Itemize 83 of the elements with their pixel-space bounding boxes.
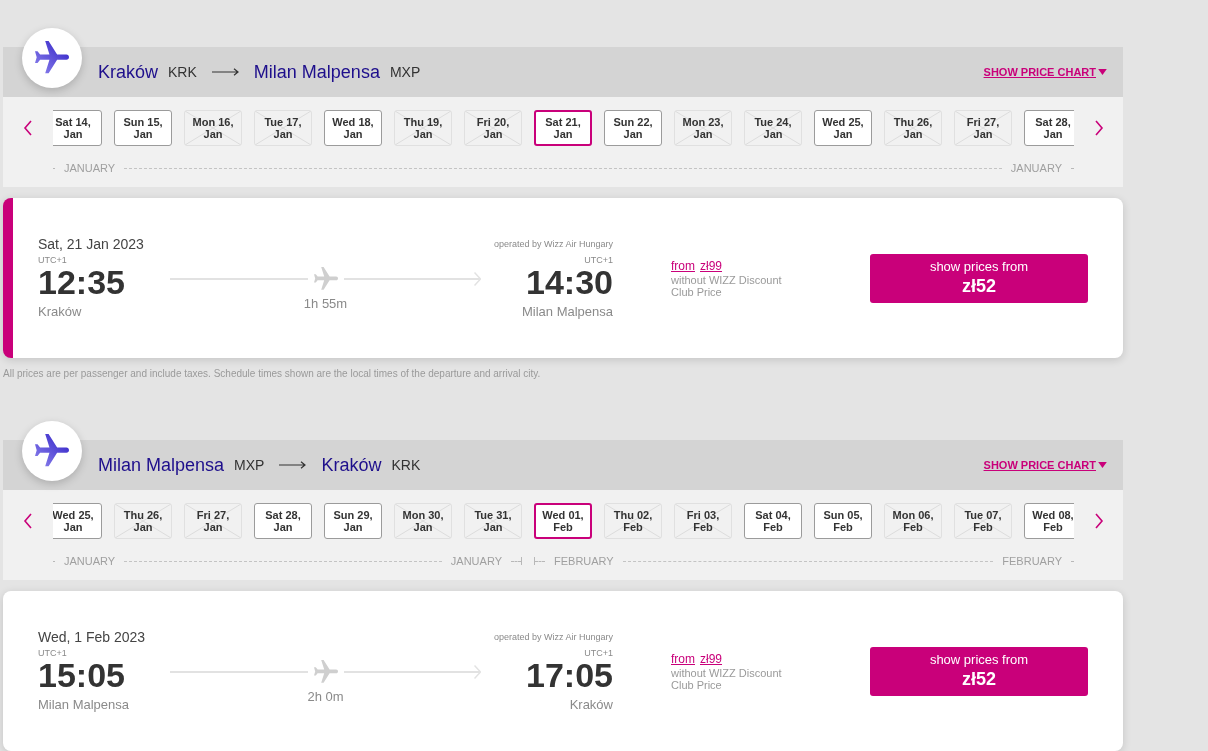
origin-city: Kraków xyxy=(98,60,159,84)
date-tile[interactable]: Mon 23, Jan xyxy=(674,110,732,146)
arrow-right-icon xyxy=(279,461,307,469)
month-label: FEBRUARY xyxy=(554,555,614,567)
destination-city: Kraków xyxy=(321,453,382,477)
date-tile[interactable]: Fri 27, Jan xyxy=(184,503,242,539)
flight-duration: 2h 0m xyxy=(307,689,344,705)
show-price-chart-link[interactable]: SHOW PRICE CHART xyxy=(983,456,1107,474)
date-tile[interactable]: Sun 22, Jan xyxy=(604,110,662,146)
date-tile[interactable]: Wed 25, Jan xyxy=(814,110,872,146)
date-tile[interactable]: Thu 02, Feb xyxy=(604,503,662,539)
date-tile[interactable]: Thu 19, Jan xyxy=(394,110,452,146)
airport-code: KRK xyxy=(168,62,197,82)
airplane-icon xyxy=(313,267,338,291)
date-tile[interactable]: Tue 17, Jan xyxy=(254,110,312,146)
month-label: JANUARY xyxy=(64,162,116,174)
airport-code: KRK xyxy=(391,455,421,475)
month-label: JANUARY xyxy=(64,555,116,567)
month-label: JANUARY xyxy=(1010,162,1062,174)
month-label: FEBRUARY xyxy=(1002,555,1062,567)
date-tile[interactable]: Sat 28, Jan xyxy=(254,503,312,539)
timezone-label: UTC+1 xyxy=(38,648,67,658)
date-tile[interactable]: Sun 29, Jan xyxy=(324,503,382,539)
discount-note: without WIZZ Discount Club Price xyxy=(671,273,783,298)
flight-duration: 1h 55m xyxy=(303,296,348,312)
previous-dates-button[interactable] xyxy=(21,511,35,531)
timezone-label: UTC+1 xyxy=(38,255,67,265)
from-link[interactable]: from xyxy=(671,651,695,667)
date-tile[interactable]: Fri 03, Feb xyxy=(674,503,732,539)
operator-label: operated by Wizz Air Hungary xyxy=(493,632,613,642)
flight-time: 15:05 xyxy=(38,658,125,692)
date-tile[interactable]: Sun 05, Feb xyxy=(814,503,872,539)
date-tile[interactable]: Wed 18, Jan xyxy=(324,110,382,146)
price-disclaimer: All prices are per passenger and include taxes. Schedule times shown are the local times of the departure and arrival city. xyxy=(3,368,542,380)
price-link[interactable]: zł99 xyxy=(700,651,722,667)
caret-down-icon xyxy=(1098,69,1107,75)
show-prices-button[interactable]: show prices from zł52 xyxy=(870,646,1088,696)
date-tile[interactable]: Sat 04, Feb xyxy=(744,503,802,539)
date-tile[interactable]: Sat 14, Jan xyxy=(53,110,102,146)
date-tile[interactable]: Wed 01, Feb xyxy=(534,503,592,539)
date-tile[interactable]: Sun 15, Jan xyxy=(114,110,172,146)
caret-down-icon xyxy=(1098,462,1107,468)
date-tile[interactable]: Fri 20, Jan xyxy=(464,110,522,146)
date-tile[interactable]: Mon 16, Jan xyxy=(184,110,242,146)
arrow-right-icon xyxy=(211,68,239,76)
from-link[interactable]: from xyxy=(671,258,695,274)
flight-time: 17:05 xyxy=(526,658,613,692)
date-tile[interactable]: Fri 27, Jan xyxy=(954,110,1012,146)
city-name: Milan Malpensa xyxy=(521,304,613,320)
date-tile[interactable]: Tue 07, Feb xyxy=(954,503,1012,539)
price-link[interactable]: zł99 xyxy=(700,258,722,274)
airport-code: MXP xyxy=(389,62,421,82)
previous-dates-button[interactable] xyxy=(21,118,35,138)
date-tile[interactable]: Wed 25, Jan xyxy=(53,503,102,539)
show-prices-button[interactable]: show prices from zł52 xyxy=(870,253,1088,303)
airport-code: MXP xyxy=(234,455,265,475)
date-tile[interactable]: Sat 28, Jan xyxy=(1024,110,1074,146)
airplane-icon xyxy=(313,660,338,684)
date-tile[interactable]: Wed 08, Feb xyxy=(1024,503,1074,539)
destination-city: Milan Malpensa xyxy=(253,60,380,84)
date-tile[interactable]: Thu 26, Jan xyxy=(884,110,942,146)
date-tile[interactable]: Thu 26, Jan xyxy=(114,503,172,539)
airplane-icon xyxy=(35,434,69,468)
date-tile[interactable]: Tue 31, Jan xyxy=(464,503,522,539)
date-tile[interactable]: Mon 06, Feb xyxy=(884,503,942,539)
timezone-label: UTC+1 xyxy=(584,648,613,658)
flight-time: 12:35 xyxy=(38,265,125,299)
date-tile[interactable]: Mon 30, Jan xyxy=(394,503,452,539)
date-tile[interactable]: Sat 21, Jan xyxy=(534,110,592,146)
airplane-icon xyxy=(35,41,69,75)
date-tile[interactable]: Tue 24, Jan xyxy=(744,110,802,146)
month-label: JANUARY xyxy=(450,555,502,567)
discount-note: without WIZZ Discount Club Price xyxy=(671,666,783,691)
flight-date: Sat, 21 Jan 2023 xyxy=(38,236,144,252)
show-price-chart-link[interactable]: SHOW PRICE CHART xyxy=(983,63,1107,81)
flight-time: 14:30 xyxy=(526,265,613,299)
origin-city: Milan Malpensa xyxy=(98,453,225,477)
flight-date: Wed, 1 Feb 2023 xyxy=(38,629,146,645)
city-name: Kraków xyxy=(569,697,613,713)
timezone-label: UTC+1 xyxy=(584,255,613,265)
city-name: Kraków xyxy=(38,304,82,320)
operator-label: operated by Wizz Air Hungary xyxy=(493,239,613,249)
city-name: Milan Malpensa xyxy=(38,697,130,713)
